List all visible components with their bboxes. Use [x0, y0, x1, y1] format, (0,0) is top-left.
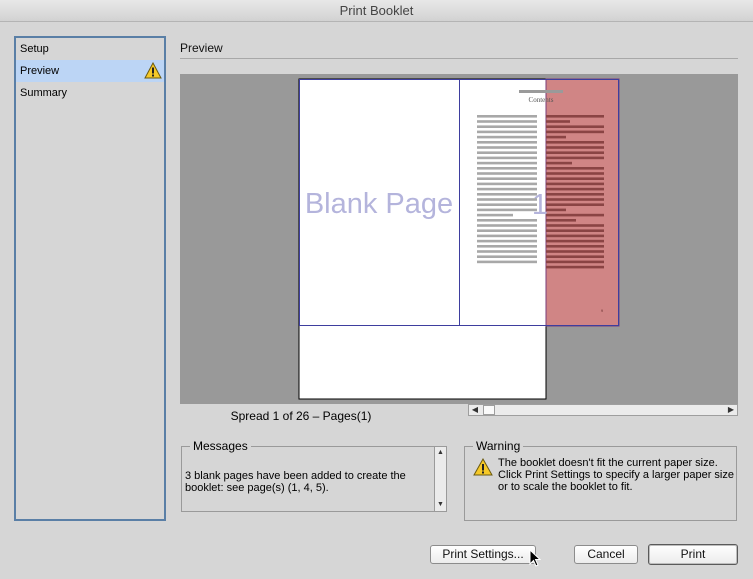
text-line	[546, 213, 604, 217]
text-line	[477, 187, 537, 191]
sidebar-item-setup[interactable]: Setup	[16, 38, 164, 60]
text-line	[477, 167, 537, 170]
messages-text: 3 blank pages have been added to create …	[185, 470, 406, 494]
divider	[180, 58, 738, 59]
scroll-left-icon[interactable]: ◀	[469, 405, 481, 415]
text-line	[546, 177, 604, 180]
text-line	[546, 115, 604, 118]
text-line	[477, 120, 537, 123]
horizontal-scrollbar[interactable]: ◀ ▶	[468, 404, 738, 416]
text-line	[546, 156, 604, 160]
text-line	[546, 120, 570, 123]
text-line	[477, 250, 537, 253]
text-line	[477, 208, 537, 212]
window-title: Print Booklet	[0, 0, 753, 22]
text-line	[477, 125, 537, 128]
text-line	[546, 182, 604, 186]
text-line	[546, 130, 604, 134]
contents-heading: Contents	[529, 96, 554, 104]
preview-canvas: Blank Page 1 Contents 9	[298, 78, 620, 400]
spread-label: Spread 1 of 26 – Pages(1)	[230, 409, 372, 423]
text-line	[477, 224, 537, 227]
text-line	[546, 167, 604, 170]
text-line	[477, 182, 537, 186]
messages-scrollbar[interactable]: ▲ ▼	[434, 447, 446, 511]
text-line	[477, 239, 537, 243]
sidebar-item-summary[interactable]: Summary	[16, 82, 164, 104]
scroll-up-icon[interactable]: ▲	[435, 448, 446, 458]
text-line	[477, 161, 537, 165]
text-line	[477, 203, 537, 206]
text-line	[477, 177, 537, 180]
text-line	[477, 141, 537, 144]
warning-legend: Warning	[473, 439, 524, 453]
text-line	[477, 193, 537, 196]
text-line	[546, 172, 604, 175]
text-line	[546, 239, 604, 243]
text-line	[546, 219, 576, 222]
text-line	[477, 260, 537, 264]
sidebar-item-label: Setup	[20, 43, 49, 55]
text-line	[546, 224, 604, 227]
sidebar-item-label: Summary	[20, 87, 68, 99]
warning-icon	[144, 62, 162, 79]
warning-icon	[473, 458, 493, 476]
text-line	[546, 193, 604, 196]
text-line	[477, 135, 537, 139]
blank-page-label: Blank Page	[305, 188, 453, 220]
text-line	[546, 208, 566, 212]
scroll-down-icon[interactable]: ▼	[435, 500, 446, 510]
text-line	[477, 115, 537, 118]
text-line	[546, 245, 604, 248]
scroll-right-icon[interactable]: ▶	[725, 405, 737, 415]
text-line	[546, 135, 566, 139]
text-line	[477, 255, 537, 258]
text-line	[477, 234, 537, 238]
text-line	[477, 229, 537, 232]
text-line	[477, 146, 537, 149]
text-line	[477, 151, 537, 154]
preview-area: Blank Page 1 Contents 9	[180, 74, 738, 404]
text-line	[546, 234, 604, 238]
text-line	[477, 213, 513, 217]
warning-group: Warning The booklet doesn't fit the curr…	[464, 439, 737, 521]
text-line	[546, 198, 604, 201]
text-line	[477, 198, 537, 201]
text-line	[477, 156, 537, 160]
scroll-thumb[interactable]	[483, 405, 495, 415]
text-line	[546, 260, 604, 264]
text-line	[546, 229, 604, 232]
text-line	[546, 255, 604, 258]
text-line	[477, 130, 537, 134]
messages-group: Messages 3 blank pages have been added t…	[181, 439, 447, 512]
warning-text: The booklet doesn't fit the current pape…	[498, 457, 734, 493]
text-line	[546, 141, 604, 144]
text-line	[546, 151, 604, 154]
text-line	[477, 172, 537, 175]
text-line	[477, 219, 537, 222]
header-bar	[519, 90, 563, 93]
text-line	[477, 245, 537, 248]
toc-lines-left	[477, 115, 537, 264]
mouse-cursor-icon	[529, 549, 541, 567]
print-settings-button[interactable]: Print Settings...	[430, 545, 536, 564]
sidebar-item-label: Preview	[20, 65, 60, 77]
panel-title: Preview	[180, 41, 223, 55]
text-line	[546, 203, 604, 206]
sidebar: Setup Preview Summary	[14, 36, 166, 521]
text-line	[546, 187, 604, 191]
text-line	[546, 250, 604, 253]
text-line	[546, 125, 604, 128]
print-button[interactable]: Print	[648, 544, 738, 565]
cancel-button[interactable]: Cancel	[574, 545, 638, 564]
text-line	[546, 146, 604, 149]
text-line	[546, 161, 572, 165]
text-line	[546, 265, 604, 269]
sidebar-item-preview[interactable]: Preview	[16, 60, 164, 82]
messages-legend: Messages	[190, 439, 251, 453]
